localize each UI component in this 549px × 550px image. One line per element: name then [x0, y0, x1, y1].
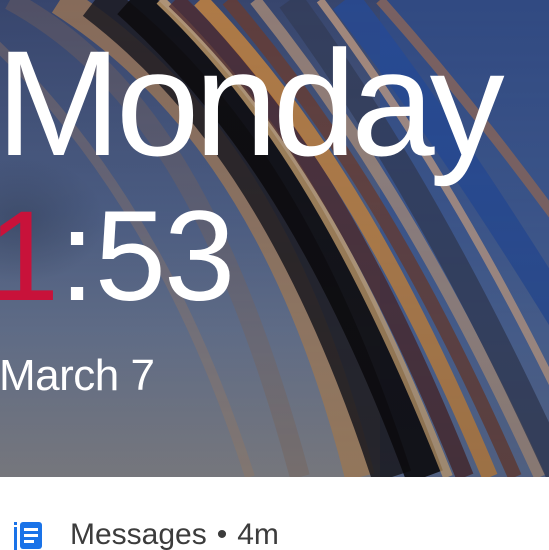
lock-screen: Monday 1:53 March 7 Messages • 4m	[0, 0, 549, 550]
lock-screen-date: March 7	[0, 351, 155, 400]
notification-header: Messages • 4m	[70, 520, 279, 550]
wallpaper: Monday 1:53 March 7	[0, 0, 549, 477]
notification-card[interactable]: Messages • 4m	[0, 477, 549, 550]
clock-minutes: 53	[94, 185, 235, 328]
clock-hour-digit: 1	[0, 185, 59, 328]
messages-app-icon	[14, 522, 42, 550]
lock-screen-day: Monday	[0, 19, 505, 187]
notification-separator: •	[216, 518, 228, 550]
clock-colon: :	[59, 185, 95, 328]
lock-screen-clock: 1:53	[0, 185, 235, 328]
notification-age: 4m	[237, 518, 279, 550]
notification-app-name: Messages	[70, 518, 207, 550]
